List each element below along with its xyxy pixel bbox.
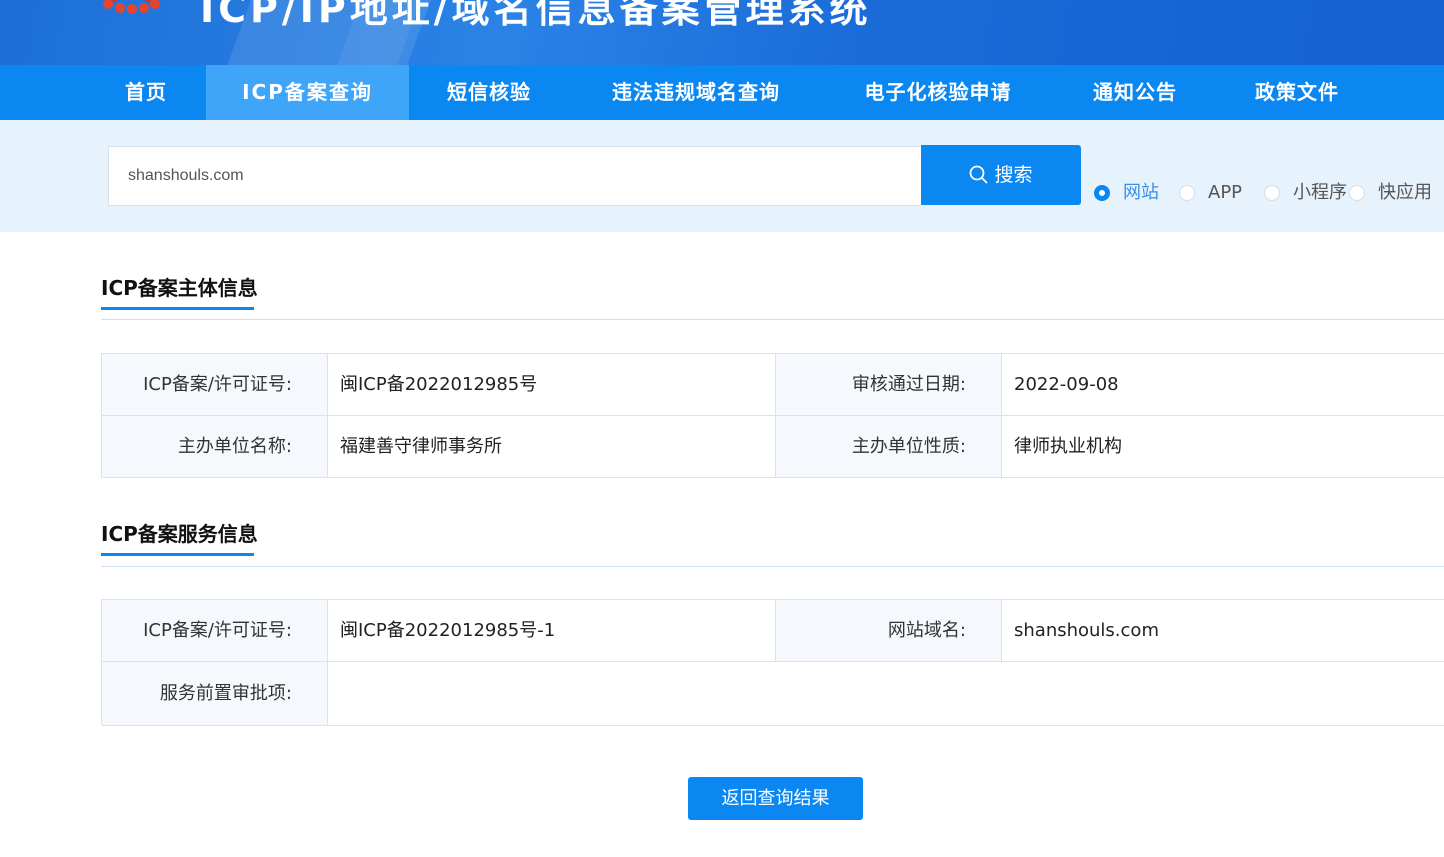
header-banner: ICP/IP地址/域名信息备案管理系统 — [0, 0, 1444, 65]
field-value-organizer-name: 福建善守律师事务所 — [328, 416, 776, 478]
field-value-approval-date: 2022-09-08 — [1002, 354, 1444, 416]
radio-website[interactable]: 网站 — [1094, 182, 1174, 204]
field-label: ICP备案/许可证号: — [102, 600, 328, 662]
subject-info-table: ICP备案/许可证号: 闽ICP备2022012985号 审核通过日期: 202… — [101, 353, 1444, 478]
radio-checked-icon — [1094, 185, 1110, 201]
search-button-label: 搜索 — [994, 164, 1033, 186]
nav-item-sms-verify[interactable]: 短信核验 — [409, 65, 569, 120]
nav-item-e-verify-apply[interactable]: 电子化核验申请 — [838, 65, 1038, 120]
field-value-service-license-number: 闽ICP备2022012985号-1 — [328, 600, 776, 662]
search-area: shanshouls.com 搜索 网站 APP 小程序 快应用 — [0, 120, 1444, 232]
section-title-subject-info: ICP备案主体信息 — [101, 276, 258, 300]
radio-label: 快应用 — [1378, 182, 1432, 203]
nav-item-icp-query[interactable]: ICP备案查询 — [206, 65, 409, 120]
section-divider — [101, 319, 1444, 320]
nav-item-policy-docs[interactable]: 政策文件 — [1232, 65, 1362, 120]
main-nav: 首页 ICP备案查询 短信核验 违法违规域名查询 电子化核验申请 通知公告 政策… — [0, 65, 1444, 120]
service-info-table: ICP备案/许可证号: 闽ICP备2022012985号-1 网站域名: sha… — [101, 599, 1444, 726]
radio-unchecked-icon — [1349, 185, 1365, 201]
field-label: 网站域名: — [776, 600, 1002, 662]
search-button[interactable]: 搜索 — [921, 145, 1081, 205]
radio-unchecked-icon — [1264, 185, 1280, 201]
emblem-logo-icon — [103, 0, 160, 14]
section-title-service-info: ICP备案服务信息 — [101, 522, 258, 546]
field-label: 审核通过日期: — [776, 354, 1002, 416]
site-title: ICP/IP地址/域名信息备案管理系统 — [200, 0, 872, 31]
radio-label: 网站 — [1123, 182, 1159, 203]
section-title-underline — [101, 307, 254, 310]
field-value-pre-approval-items — [328, 662, 1444, 726]
radio-app[interactable]: APP — [1179, 182, 1259, 204]
field-label: ICP备案/许可证号: — [102, 354, 328, 416]
section-divider — [101, 566, 1444, 567]
section-title-underline — [101, 553, 254, 556]
field-value-website-domain: shanshouls.com — [1002, 600, 1444, 662]
field-value-license-number: 闽ICP备2022012985号 — [328, 354, 776, 416]
radio-mini-program[interactable]: 小程序 — [1264, 182, 1349, 204]
field-label: 主办单位名称: — [102, 416, 328, 478]
radio-unchecked-icon — [1179, 185, 1195, 201]
search-icon — [970, 165, 988, 184]
radio-label: 小程序 — [1293, 182, 1347, 203]
field-label: 服务前置审批项: — [102, 662, 328, 726]
field-label: 主办单位性质: — [776, 416, 1002, 478]
nav-item-illegal-domain-query[interactable]: 违法违规域名查询 — [579, 65, 813, 120]
nav-item-notices[interactable]: 通知公告 — [1070, 65, 1200, 120]
nav-item-home[interactable]: 首页 — [86, 65, 206, 120]
search-input[interactable]: shanshouls.com — [108, 146, 921, 206]
radio-quick-app[interactable]: 快应用 — [1349, 182, 1439, 204]
radio-label: APP — [1208, 182, 1243, 203]
field-value-organizer-nature: 律师执业机构 — [1002, 416, 1444, 478]
back-to-results-button[interactable]: 返回查询结果 — [688, 777, 863, 820]
